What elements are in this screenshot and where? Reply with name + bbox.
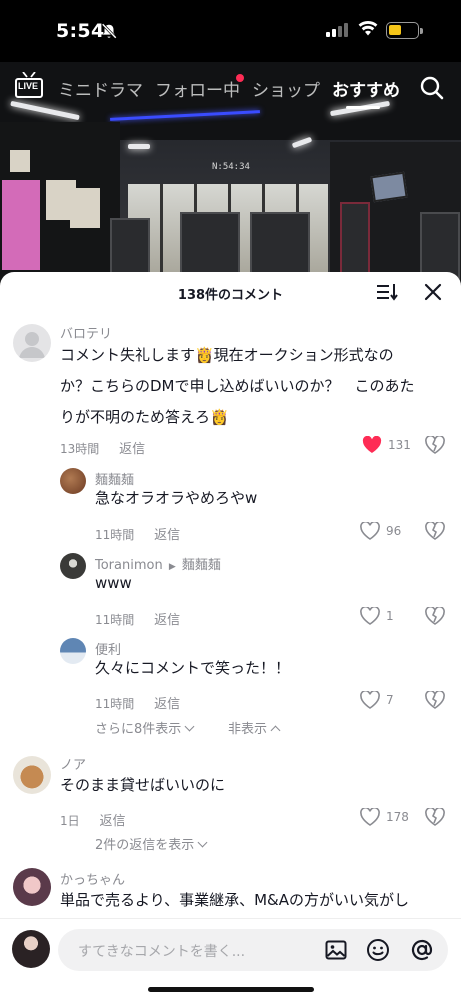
emoji-icon[interactable] [366,938,390,962]
like-count: 1 [386,609,394,623]
top-nav: LIVE ミニドラマ フォロー中 ショップ おすすめ [0,62,461,112]
comments-sheet: 138件のコメント バロテリ コメント失礼します👸現在オークション形式なの か？… [0,272,461,1000]
chevron-up-icon [270,725,281,736]
comment-time: 11時間 [95,697,135,711]
reply-button[interactable]: 返信 [119,442,145,457]
wifi-icon [358,20,378,36]
sort-icon[interactable] [376,283,398,301]
dislike-icon[interactable] [425,607,445,625]
comment-meta: 11時間 返信 [95,524,180,543]
reply-button[interactable]: 返信 [99,814,125,829]
chevron-down-icon [197,837,208,848]
comment-input[interactable]: すてきなコメントを書く... [58,929,448,971]
dislike-icon[interactable] [425,522,445,540]
chevron-down-icon [184,721,195,732]
wall-poster [70,188,100,228]
like-button[interactable]: 131 [362,436,411,454]
like-count: 96 [386,524,402,538]
avatar[interactable] [60,638,86,664]
avatar[interactable] [60,468,86,494]
comment-time: 13時間 [60,442,100,456]
sheet-header: 138件のコメント [0,272,461,312]
comment-text: そのまま貸せばいいのに [60,776,226,794]
tab-shop[interactable]: ショップ [252,76,320,101]
reply-button[interactable]: 返信 [154,697,180,712]
comment-text: 久々にコメントで笑った！！ [95,659,291,677]
live-icon[interactable]: LIVE [15,72,43,100]
like-count: 178 [386,810,409,824]
wall-tv [370,171,408,203]
comment-meta: 13時間 返信 [60,438,145,457]
avatar[interactable] [13,868,51,906]
like-count: 131 [388,438,411,452]
live-label: LIVE [18,81,39,91]
heart-outline-icon [360,808,380,826]
wall-poster [10,150,30,172]
comment-input-placeholder: すてきなコメントを書く... [78,944,246,960]
image-icon[interactable] [324,938,348,962]
reply-button[interactable]: 返信 [154,613,180,628]
search-icon[interactable] [420,76,444,100]
close-icon[interactable] [424,283,442,301]
comment-text: 急なオラオラやめろやw [95,489,258,507]
like-button[interactable]: 7 [360,691,394,709]
comment-time: 11時間 [95,528,135,542]
reply-arrow-icon: ▶ [168,562,176,572]
tab-recommended[interactable]: おすすめ [332,76,400,101]
show-more-replies-button[interactable]: さらに8件表示 [95,718,195,737]
mention-icon[interactable] [410,938,434,962]
avatar[interactable] [13,324,51,362]
dislike-icon[interactable] [425,808,445,826]
silent-bell-icon [101,23,117,39]
like-button[interactable]: 178 [360,808,409,826]
ceiling-light [128,144,150,149]
show-replies-button[interactable]: 2件の返信を表示 [95,834,208,853]
heart-filled-icon [362,436,382,453]
like-button[interactable]: 96 [360,522,401,540]
heart-outline-icon [360,607,380,625]
wall-clock: N:54:34 [212,162,250,172]
reply-button[interactable]: 返信 [154,528,180,543]
hide-replies-button[interactable]: 非表示 [228,718,281,737]
dislike-icon[interactable] [425,691,445,709]
comment-text: コメント失礼します👸現在オークション形式なの か？こちらのDMで申し込めばいいの… [60,346,415,426]
my-avatar [12,930,50,968]
like-count: 7 [386,693,394,707]
active-tab-indicator [346,106,380,109]
comment-text: www [95,574,132,592]
dislike-icon[interactable] [425,436,445,454]
battery-icon [386,22,423,39]
notification-dot [236,74,244,82]
hanging-bag [340,202,370,282]
tab-mini-drama[interactable]: ミニドラマ [58,76,143,101]
heart-outline-icon [360,522,380,540]
status-time: 5:54 [56,20,105,42]
avatar[interactable] [13,756,51,794]
comment-text: 単品で売るより、事業継承、M&Aの方がいい気がし [60,891,410,909]
wall-poster [2,180,40,270]
comment-meta: 11時間 返信 [95,609,180,628]
comment-meta: 11時間 返信 [95,693,180,712]
cellular-signal-icon [326,23,348,37]
comment-meta: 1日 返信 [60,810,125,829]
avatar[interactable] [60,553,86,579]
heart-outline-icon [360,691,380,709]
comment-time: 1日 [60,814,80,828]
status-bar: 5:54 [0,0,461,62]
tab-following[interactable]: フォロー中 [155,76,240,101]
comment-time: 11時間 [95,613,135,627]
like-button[interactable]: 1 [360,607,394,625]
home-indicator [148,987,314,992]
